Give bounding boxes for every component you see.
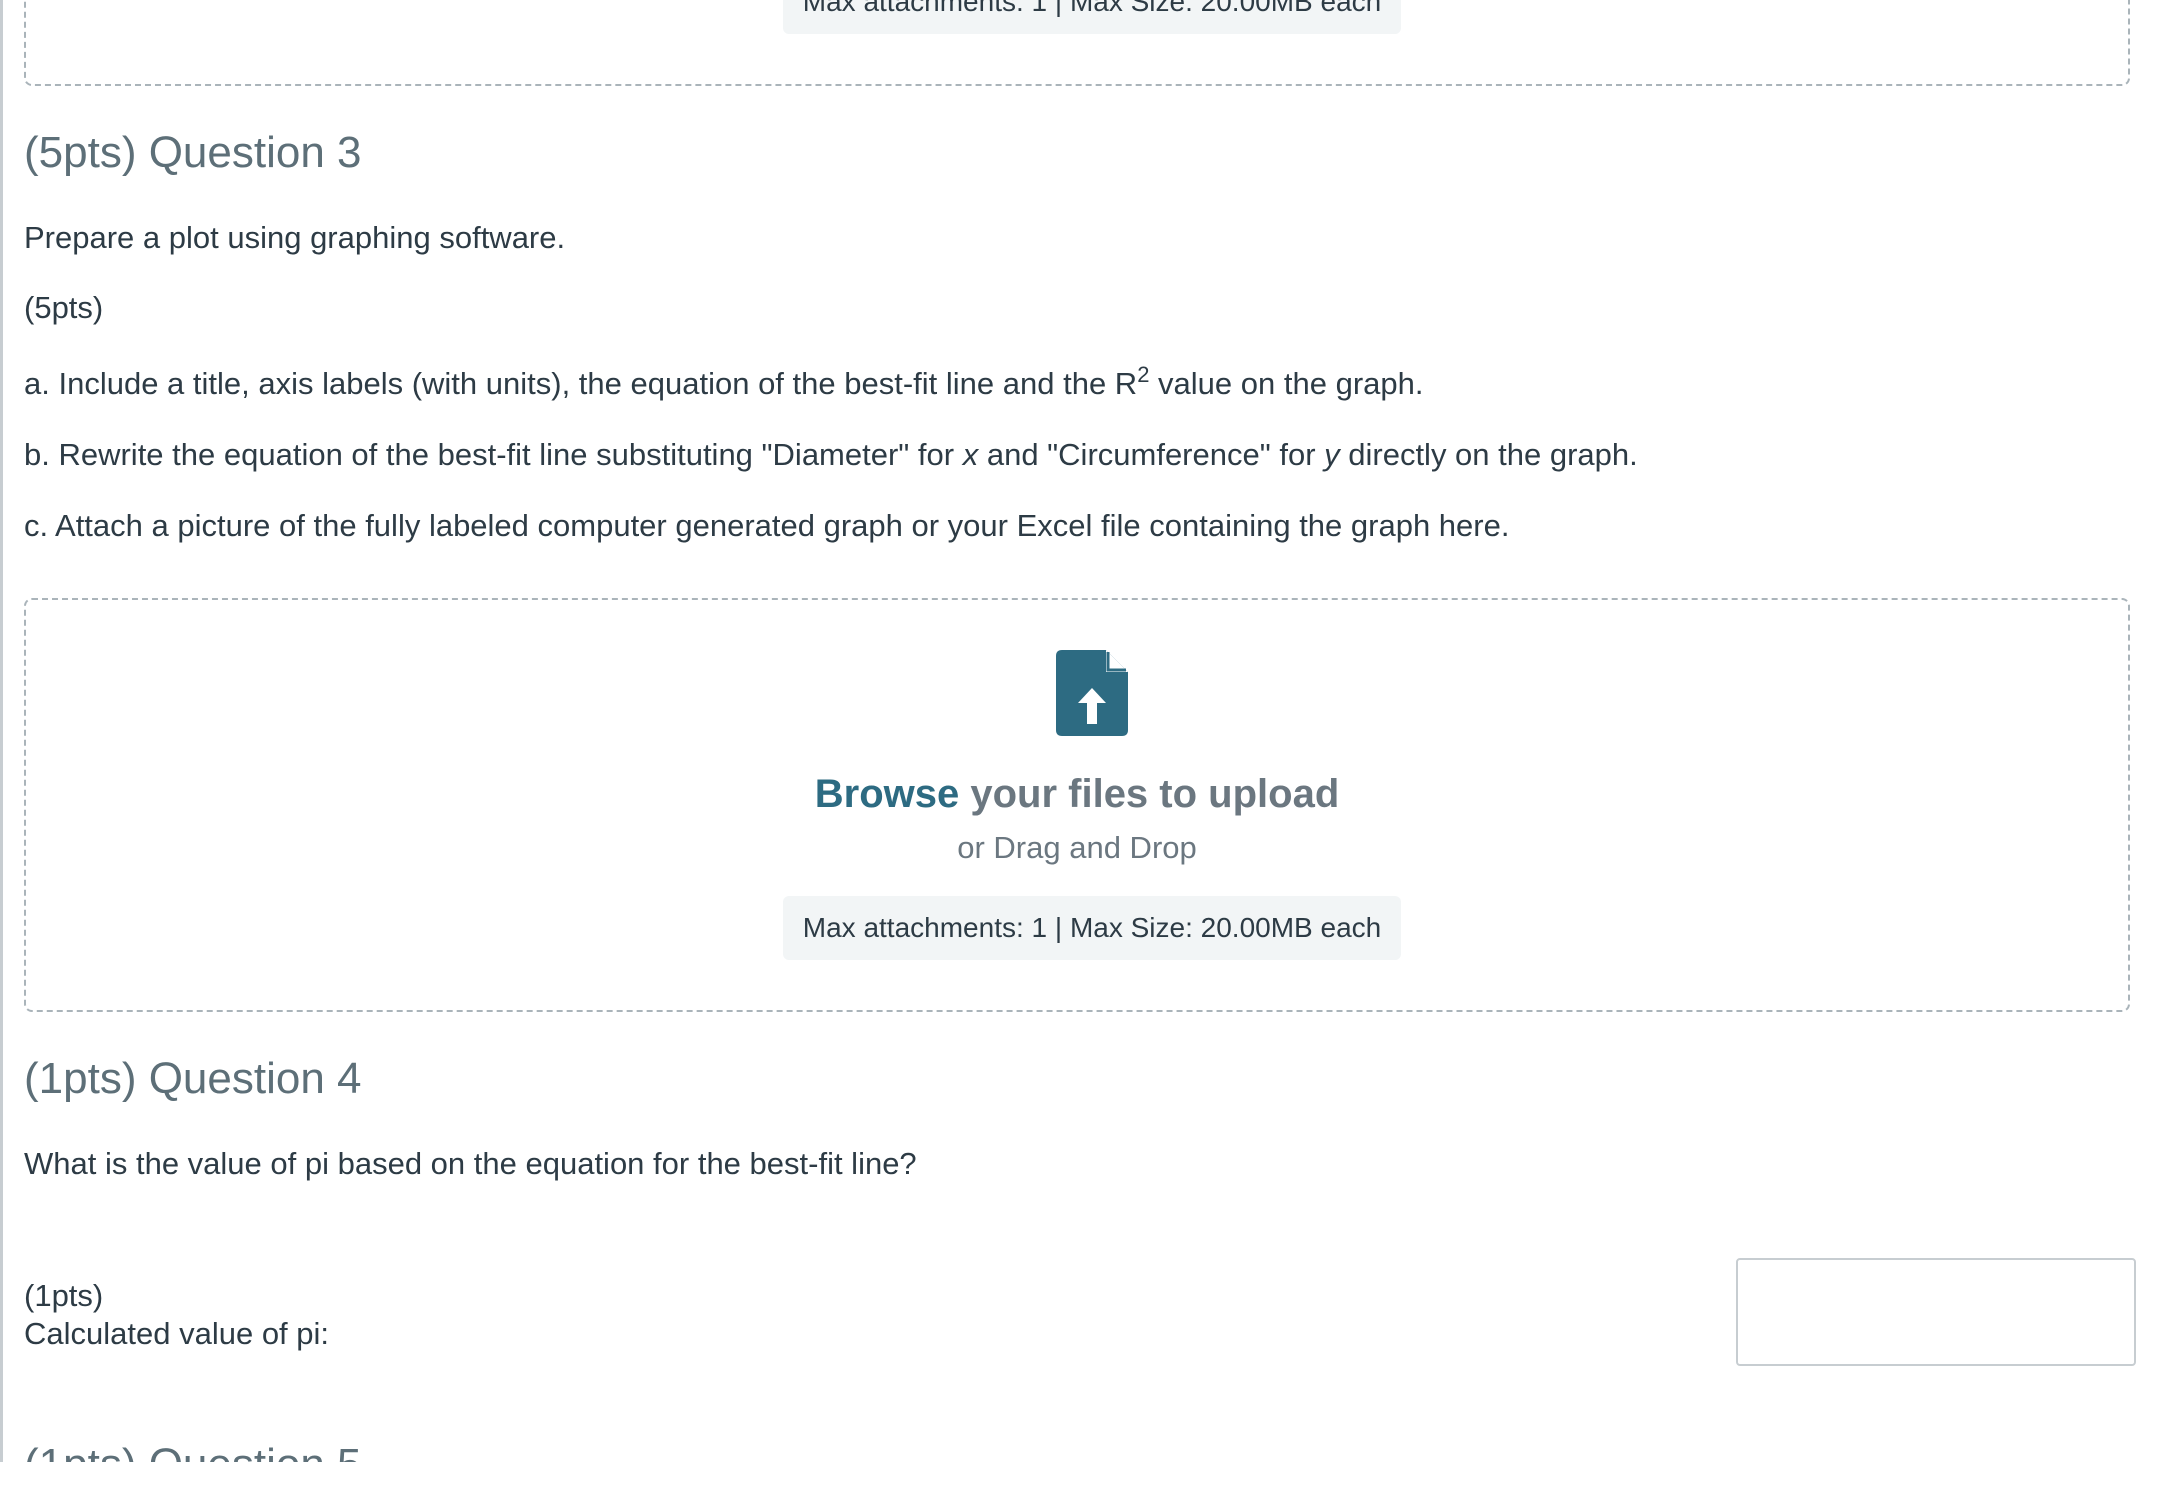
item-b-x: x xyxy=(962,437,979,472)
item-a-superscript: 2 xyxy=(1137,362,1150,387)
question-3-heading: (5pts) Question 3 xyxy=(24,128,362,177)
question-5-clip: (1pts) Question 5 xyxy=(24,1440,524,1462)
item-a-text-end: value on the graph. xyxy=(1149,366,1424,401)
question-3-item-c: c. Attach a picture of the fully labeled… xyxy=(24,508,1510,543)
question-3-item-b: b. Rewrite the equation of the best-fit … xyxy=(24,437,1638,473)
upload-limits-badge: Max attachments: 1 | Max Size: 20.00MB e… xyxy=(783,0,1401,34)
question-4-heading: (1pts) Question 4 xyxy=(24,1054,362,1103)
quiz-page: Max attachments: 1 | Max Size: 20.00MB e… xyxy=(0,0,2171,1489)
question-3-prompt: Prepare a plot using graphing software. xyxy=(24,220,566,255)
previous-upload-dropzone[interactable]: Max attachments: 1 | Max Size: 20.00MB e… xyxy=(24,0,2130,86)
file-upload-icon[interactable] xyxy=(1056,650,1128,736)
question-3-points: (5pts) xyxy=(24,290,104,325)
drag-and-drop-text: or Drag and Drop xyxy=(957,830,1197,865)
upload-limits-badge: Max attachments: 1 | Max Size: 20.00MB e… xyxy=(783,896,1401,960)
item-b-text-2: and "Circumference" for xyxy=(978,437,1325,472)
browse-files-prompt: Browse your files to upload xyxy=(26,772,2128,817)
question-4-points: (1pts) xyxy=(24,1278,104,1313)
bottom-edge xyxy=(0,1462,2171,1489)
question-5-heading: (1pts) Question 5 xyxy=(24,1440,362,1462)
pi-answer-input[interactable] xyxy=(1736,1258,2136,1366)
pi-field-label: Calculated value of pi: xyxy=(24,1316,330,1351)
item-b-text-1: b. Rewrite the equation of the best-fit … xyxy=(24,437,963,472)
browse-prompt-text: your files to upload xyxy=(959,772,1340,816)
question-4-prompt: What is the value of pi based on the equ… xyxy=(24,1146,917,1181)
item-b-y: y xyxy=(1324,437,1340,472)
item-b-text-3: directly on the graph. xyxy=(1339,437,1638,472)
browse-link[interactable]: Browse xyxy=(815,772,960,816)
question-3-upload-dropzone[interactable]: Browse your files to upload or Drag and … xyxy=(24,598,2130,1012)
left-border xyxy=(0,0,3,1489)
item-a-text: a. Include a title, axis labels (with un… xyxy=(24,366,1138,401)
question-3-item-a: a. Include a title, axis labels (with un… xyxy=(24,364,1424,402)
